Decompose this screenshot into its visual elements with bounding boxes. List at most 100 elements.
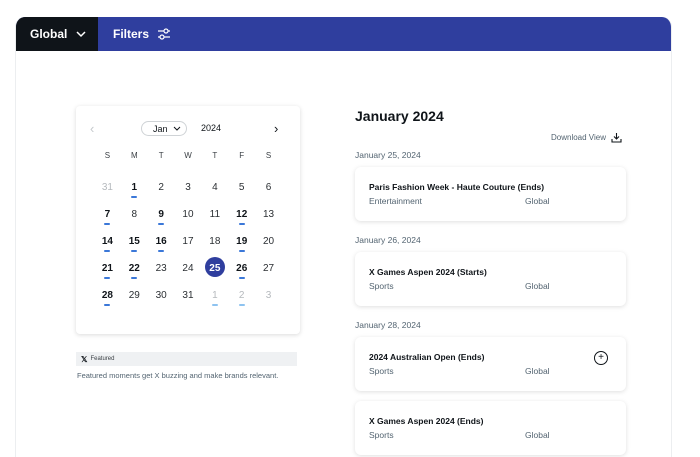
- day-number: 31: [182, 290, 194, 301]
- download-icon: [611, 133, 622, 143]
- calendar-day[interactable]: 26: [228, 259, 255, 286]
- calendar-day[interactable]: 31: [175, 286, 202, 313]
- calendar-day[interactable]: 18: [201, 232, 228, 259]
- next-month-icon[interactable]: ›: [274, 121, 286, 136]
- events-month-title: January 2024: [355, 108, 444, 124]
- calendar-day[interactable]: 6: [255, 178, 282, 205]
- calendar-day[interactable]: 7: [94, 205, 121, 232]
- event-date-label: January 28, 2024: [355, 320, 421, 330]
- calendar-day[interactable]: 1: [121, 178, 148, 205]
- day-number: 12: [236, 209, 248, 220]
- calendar-day[interactable]: 29: [121, 286, 148, 313]
- weekday-label: S: [265, 151, 272, 160]
- calendar-day[interactable]: 3: [255, 286, 282, 313]
- calendar-header: ‹ Jan 2024 ›: [76, 106, 300, 150]
- event-indicator: [104, 277, 111, 279]
- featured-legend-tag: 𝕏 Featured: [76, 352, 297, 366]
- day-number: 2: [158, 182, 164, 193]
- event-category: Sports: [369, 430, 394, 440]
- event-indicator: [131, 250, 138, 252]
- day-number: 27: [263, 263, 275, 274]
- featured-note: Featured moments get X buzzing and make …: [77, 371, 279, 380]
- calendar-day[interactable]: 17: [175, 232, 202, 259]
- calendar-day[interactable]: 28: [94, 286, 121, 313]
- calendar-day[interactable]: 31: [94, 178, 121, 205]
- day-number: 1: [131, 182, 138, 193]
- calendar-day[interactable]: 12: [228, 205, 255, 232]
- filters-label: Filters: [113, 27, 150, 41]
- calendar-day[interactable]: 27: [255, 259, 282, 286]
- calendar-day[interactable]: 3: [175, 178, 202, 205]
- calendar-day[interactable]: 4: [201, 178, 228, 205]
- filters-button[interactable]: Filters: [113, 17, 171, 51]
- year-label: 2024: [201, 123, 222, 133]
- weekday-header: SMTWTFS: [94, 151, 282, 160]
- month-value: Jan: [153, 123, 168, 134]
- chevron-down-icon: [76, 31, 86, 38]
- event-date-label: January 25, 2024: [355, 150, 421, 160]
- event-card[interactable]: X Games Aspen 2024 (Starts) Sports Global: [355, 252, 626, 306]
- chevron-down-icon: [173, 126, 181, 131]
- calendar-day[interactable]: 19: [228, 232, 255, 259]
- calendar-day-selected[interactable]: 25: [201, 257, 228, 286]
- add-event-icon[interactable]: +: [594, 351, 608, 365]
- event-indicator: [104, 304, 111, 306]
- event-indicator: [131, 196, 138, 198]
- weekday-label: T: [212, 151, 218, 160]
- calendar-day[interactable]: 21: [94, 259, 121, 286]
- calendar-day[interactable]: 1: [201, 286, 228, 313]
- event-indicator: [238, 223, 245, 225]
- day-number: 22: [128, 263, 140, 274]
- calendar-day[interactable]: 16: [148, 232, 175, 259]
- calendar-day[interactable]: 2: [148, 178, 175, 205]
- calendar-day[interactable]: 14: [94, 232, 121, 259]
- event-indicator: [238, 304, 245, 306]
- calendar-day[interactable]: 24: [175, 259, 202, 286]
- weekday-label: T: [158, 151, 164, 160]
- global-region-dropdown[interactable]: Global: [16, 17, 98, 51]
- event-card[interactable]: 2024 Australian Open (Ends) Sports Global +: [355, 337, 626, 391]
- day-number: 26: [236, 263, 248, 274]
- event-title: 2024 Australian Open (Ends): [369, 352, 485, 362]
- download-label: Download View: [551, 133, 606, 142]
- day-number: 2: [238, 290, 245, 301]
- calendar-day[interactable]: 20: [255, 232, 282, 259]
- calendar-day[interactable]: 9: [148, 205, 175, 232]
- event-region: Global: [525, 366, 550, 376]
- day-number: 11: [209, 209, 221, 220]
- calendar-day[interactable]: 8: [121, 205, 148, 232]
- calendar-day[interactable]: 23: [148, 259, 175, 286]
- weekday-label: S: [104, 151, 111, 160]
- day-number: 15: [128, 236, 140, 247]
- event-indicator: [211, 304, 218, 306]
- event-card[interactable]: Paris Fashion Week - Haute Couture (Ends…: [355, 167, 626, 221]
- top-bar: Global Filters: [16, 17, 671, 51]
- event-category: Sports: [369, 281, 394, 291]
- event-indicator: [158, 223, 165, 225]
- event-region: Global: [525, 430, 550, 440]
- calendar-day[interactable]: 13: [255, 205, 282, 232]
- download-view-button[interactable]: Download View: [551, 132, 622, 143]
- event-card[interactable]: X Games Aspen 2024 (Ends) Sports Global: [355, 401, 626, 455]
- calendar-day[interactable]: 22: [121, 259, 148, 286]
- event-indicator: [104, 250, 111, 252]
- day-number: 19: [236, 236, 248, 247]
- day-number: 30: [155, 290, 167, 301]
- calendar-day[interactable]: 2: [228, 286, 255, 313]
- month-select[interactable]: Jan: [141, 121, 187, 136]
- calendar-day[interactable]: 15: [121, 232, 148, 259]
- event-title: X Games Aspen 2024 (Ends): [369, 416, 484, 426]
- x-logo-icon: 𝕏: [81, 354, 88, 364]
- event-indicator: [158, 250, 165, 252]
- calendar-day[interactable]: 30: [148, 286, 175, 313]
- day-number: 16: [155, 236, 167, 247]
- calendar-day[interactable]: 10: [175, 205, 202, 232]
- prev-month-icon[interactable]: ‹: [90, 121, 102, 136]
- weekday-label: W: [184, 151, 192, 160]
- weekday-label: F: [239, 151, 245, 160]
- event-title: X Games Aspen 2024 (Starts): [369, 267, 487, 277]
- calendar-day[interactable]: 5: [228, 178, 255, 205]
- calendar-days-grid: 31 1 2 3 4 5 6 7 8 9 10 11 12 13 14 15 16 17 18 19 20 21 22 23 2…: [94, 178, 282, 313]
- calendar-day[interactable]: 11: [201, 205, 228, 232]
- day-number: 28: [101, 290, 113, 301]
